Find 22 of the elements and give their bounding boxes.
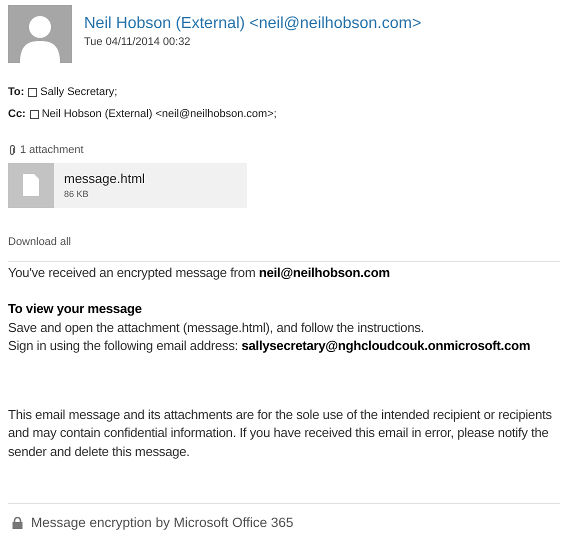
contact-square-icon [28, 88, 38, 96]
sender-name[interactable]: Neil Hobson (External) <neil@neilhobson.com> [84, 14, 422, 34]
recipient-label: To: [8, 85, 24, 99]
instruction-text: Sign in using the following email address: sallysecretary@nghcloudcouk.onmicrosoft.com [8, 337, 532, 355]
file-size: 86 KB [64, 188, 90, 201]
attachment-count: 1 attachment [20, 143, 84, 158]
contact-square-icon [30, 110, 39, 118]
file-icon [22, 173, 40, 197]
recipient-name[interactable]: Neil Hobson (External) <neil@neilhobson.com>; [42, 107, 277, 121]
recipient-name[interactable]: Sally Secretary; [40, 85, 118, 99]
file-name: message.html [64, 170, 145, 188]
attachment-tile[interactable]: message.html 86 KB [8, 162, 247, 208]
recipient-label: Cc: [8, 107, 26, 121]
sent-date: Tue 04/11/2014 00:32 [84, 35, 192, 50]
paperclip-icon [8, 144, 16, 156]
disclaimer-text: This email message and its attachments are for the sole use of the intended recipient or recipients and may contain confidential information. If you have received this email in error, please notify the sender and delete this message. [8, 406, 553, 461]
intro-text: You've received an encrypted message from neil@neilhobson.com [8, 264, 391, 282]
section-heading: To view your message [8, 300, 143, 318]
download-all-link[interactable]: Download all [8, 234, 71, 250]
encryption-notice: Message encryption by Microsoft Office 365 [31, 514, 294, 532]
lock-icon [12, 517, 23, 530]
instruction-text: Save and open the attachment (message.html), and follow the instructions. [8, 318, 426, 337]
